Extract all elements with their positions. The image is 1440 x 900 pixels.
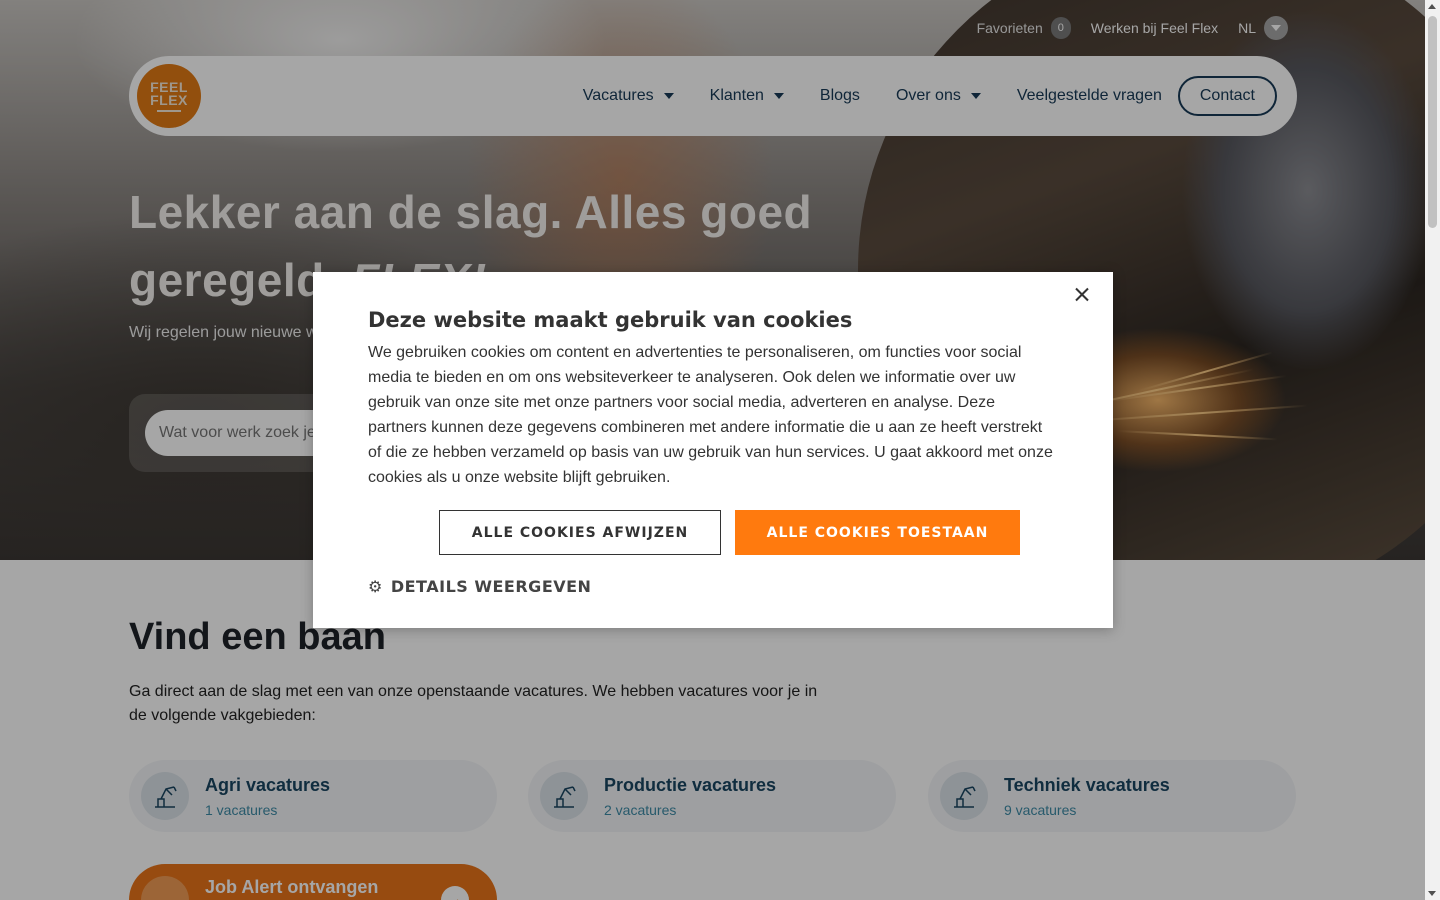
scroll-thumb[interactable] (1428, 16, 1437, 228)
page-scrollbar[interactable] (1425, 0, 1440, 900)
cookie-consent-dialog: Deze website maakt gebruik van cookies W… (313, 272, 1113, 628)
scroll-down-arrow[interactable] (1428, 891, 1436, 896)
cookie-dialog-body: We gebruiken cookies om content en adver… (368, 344, 1053, 486)
reject-all-cookies-button[interactable]: ALLE COOKIES AFWIJZEN (439, 510, 721, 555)
scroll-up-arrow[interactable] (1428, 4, 1436, 9)
accept-all-cookies-button[interactable]: ALLE COOKIES TOESTAAN (735, 510, 1020, 555)
show-details-link[interactable]: ⚙ DETAILS WEERGEVEN (368, 577, 591, 596)
show-details-label: DETAILS WEERGEVEN (390, 577, 592, 596)
cookie-dialog-title: Deze website maakt gebruik van cookies (368, 308, 853, 332)
close-icon[interactable] (1073, 286, 1091, 304)
gear-icon: ⚙ (368, 577, 383, 596)
